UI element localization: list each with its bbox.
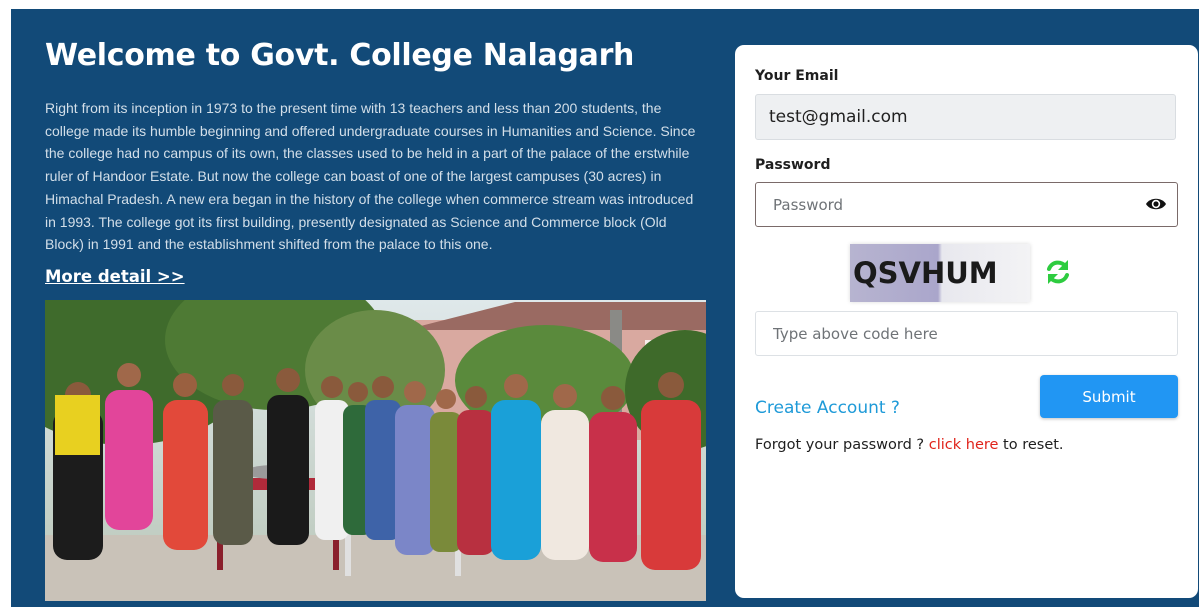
password-label: Password: [755, 157, 831, 173]
eye-icon[interactable]: [1145, 195, 1167, 213]
reset-password-link[interactable]: click here: [929, 437, 999, 453]
group-photo: [45, 300, 706, 601]
forgot-suffix: to reset.: [998, 437, 1064, 453]
intro-paragraph: Right from its inception in 1973 to the …: [45, 100, 696, 253]
submit-button[interactable]: Submit: [1040, 375, 1178, 418]
captcha-code-input[interactable]: [755, 311, 1178, 356]
refresh-icon[interactable]: [1044, 258, 1072, 286]
forgot-password-text: Forgot your password ? click here to res…: [755, 437, 1064, 453]
login-card: Your Email Password QSVHUM Create Accoun…: [735, 45, 1198, 598]
email-field[interactable]: [755, 94, 1176, 140]
forgot-prefix: Forgot your password ?: [755, 437, 929, 453]
more-detail-link[interactable]: More detail >>: [45, 267, 185, 286]
create-account-link[interactable]: Create Account ?: [755, 398, 900, 418]
page-title: Welcome to Govt. College Nalagarh: [45, 38, 635, 73]
password-field[interactable]: [755, 182, 1178, 227]
captcha-text: QSVHUM: [853, 256, 998, 290]
captcha-image: QSVHUM: [850, 244, 1030, 302]
hero-section: Welcome to Govt. College Nalagarh Right …: [45, 9, 707, 607]
email-label: Your Email: [755, 68, 839, 84]
